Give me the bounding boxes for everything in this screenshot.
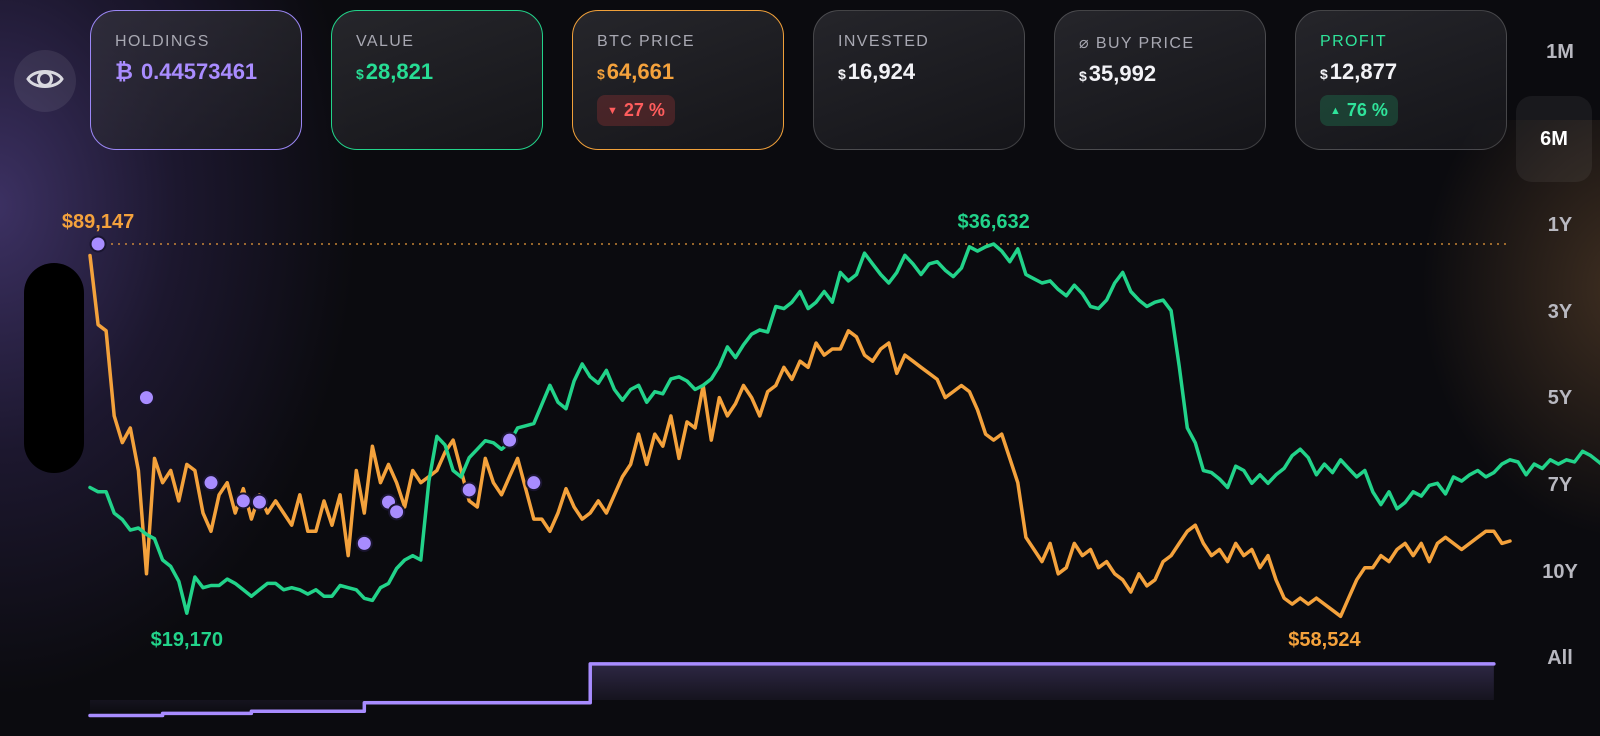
portfolio-chart: $89,147 $58,524 $36,632 $19,170 (62, 211, 1600, 718)
invested-area (90, 663, 1494, 716)
buy-point (202, 474, 220, 492)
buy-point (355, 534, 373, 552)
annotation-label: $36,632 (957, 211, 1029, 233)
buy-point (501, 431, 519, 449)
annotation-label: $89,147 (62, 211, 134, 233)
buy-point (234, 492, 252, 510)
annotation-label: $58,524 (1288, 629, 1361, 651)
buy-point (137, 389, 155, 407)
annotation-label: $19,170 (151, 629, 223, 651)
price-line (88, 253, 1512, 619)
buy-point (525, 474, 543, 492)
buy-point (388, 503, 406, 521)
value-line (88, 242, 1600, 615)
buy-point (89, 235, 107, 253)
buy-point (250, 493, 268, 511)
buy-point (460, 481, 478, 499)
